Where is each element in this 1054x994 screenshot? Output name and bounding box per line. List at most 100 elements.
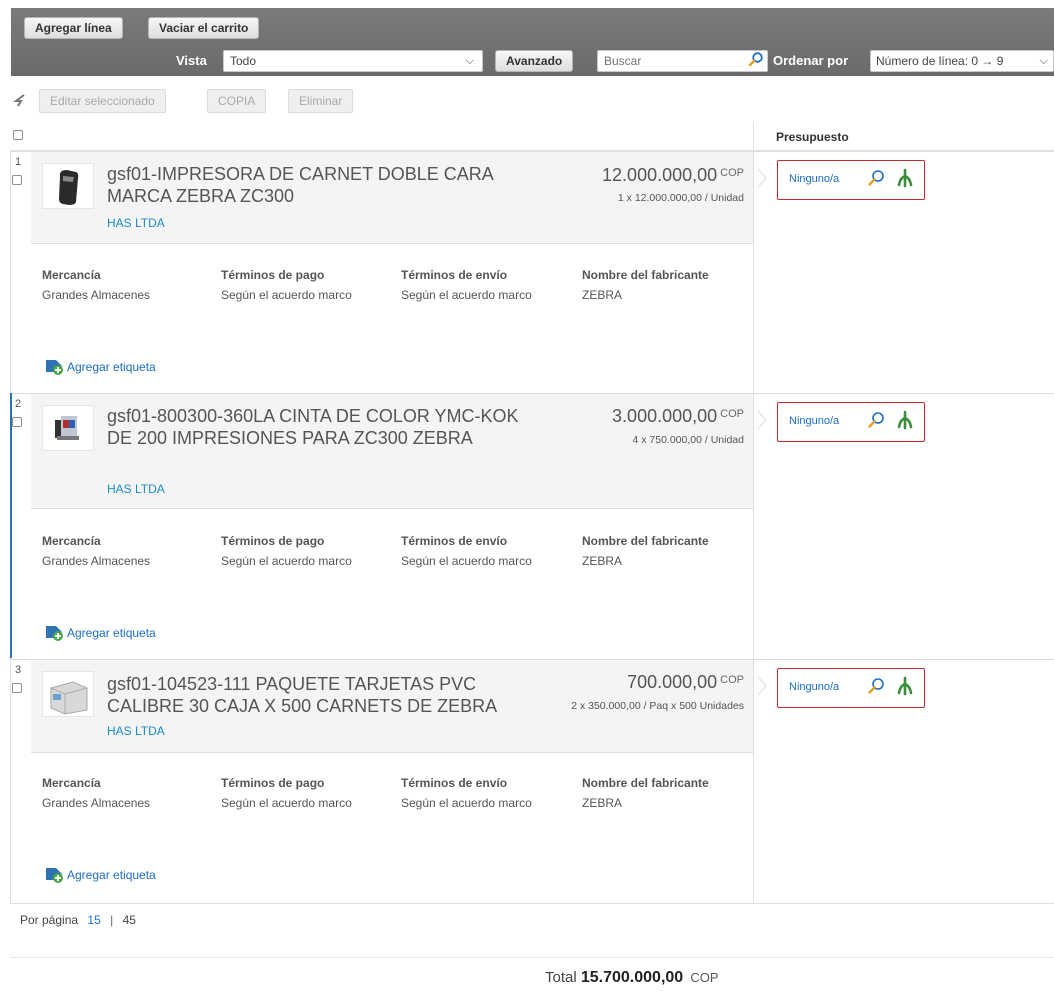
shipping-terms-value: Según el acuerdo marco <box>401 796 532 810</box>
item-currency: COP <box>720 408 744 420</box>
item-price-value: 3.000.000,00 <box>612 406 718 426</box>
view-label: Vista <box>176 53 207 68</box>
back-arrow-icon[interactable] <box>12 93 26 112</box>
total-label: Total <box>545 969 577 986</box>
item-currency: COP <box>720 167 744 179</box>
pagination-separator: | <box>110 913 114 927</box>
chevron-right-icon <box>757 410 767 430</box>
search-input[interactable] <box>597 50 768 72</box>
item-unit-info: 2 x 350.000,00 / Paq x 500 Unidades <box>571 700 744 712</box>
sort-select-value: Número de línea: 0 → 9 <box>876 54 1004 68</box>
manufacturer-label: Nombre del fabricante <box>582 268 709 282</box>
hierarchy-tree-icon[interactable] <box>896 676 914 701</box>
item-supplier[interactable]: HAS LTDA <box>107 724 165 738</box>
payment-terms-value: Según el acuerdo marco <box>221 288 352 302</box>
payment-terms-value: Según el acuerdo marco <box>221 554 352 568</box>
item-price: 3.000.000,00 COP <box>612 406 744 427</box>
view-select-value: Todo <box>230 54 257 68</box>
per-page-option[interactable]: 45 <box>123 913 136 927</box>
column-divider <box>753 121 754 904</box>
chevron-right-icon <box>757 168 767 188</box>
sort-label: Ordenar por <box>773 53 849 68</box>
add-line-button[interactable]: Agregar línea <box>24 17 123 39</box>
row-focus-indicator <box>10 393 12 658</box>
advanced-button[interactable]: Avanzado <box>495 50 574 72</box>
empty-cart-button[interactable]: Vaciar el carrito <box>148 17 260 39</box>
shipping-terms-label: Términos de envío <box>401 776 508 790</box>
per-page-option-active[interactable]: 15 <box>87 913 100 927</box>
item-price-value: 700.000,00 <box>627 672 718 692</box>
commodity-label: Mercancía <box>42 268 101 282</box>
payment-terms-label: Términos de pago <box>221 776 325 790</box>
per-page-label: Por página <box>20 913 79 927</box>
hierarchy-tree-icon[interactable] <box>896 410 914 435</box>
pagination: Por página 15 | 45 <box>20 913 136 927</box>
add-tag-icon <box>43 356 67 379</box>
row-number: 2 <box>15 398 22 410</box>
product-thumbnail <box>42 163 94 209</box>
product-thumbnail <box>42 671 94 717</box>
manufacturer-label: Nombre del fabricante <box>582 776 709 790</box>
item-title[interactable]: gsf01-IMPRESORA DE CARNET DOBLE CARA MAR… <box>107 163 547 207</box>
copy-button[interactable]: COPIA <box>207 89 267 113</box>
delete-button[interactable]: Eliminar <box>288 89 354 113</box>
total-currency: COP <box>690 970 719 985</box>
item-supplier[interactable]: HAS LTDA <box>107 216 165 230</box>
row-number: 1 <box>15 156 22 168</box>
item-unit-info: 1 x 12.000.000,00 / Unidad <box>617 192 744 204</box>
item-supplier[interactable]: HAS LTDA <box>107 482 165 496</box>
row-checkbox[interactable] <box>12 417 22 427</box>
item-price-value: 12.000.000,00 <box>602 165 718 185</box>
search-icon[interactable] <box>867 411 885 434</box>
manufacturer-label: Nombre del fabricante <box>582 534 709 548</box>
cart-toolbar: Agregar línea Vaciar el carrito Vista To… <box>11 8 1054 76</box>
chevron-down-icon: ⌵ <box>1039 55 1048 67</box>
manufacturer-value: ZEBRA <box>582 288 623 302</box>
shipping-terms-value: Según el acuerdo marco <box>401 288 532 302</box>
add-tag-label: Agregar etiqueta <box>67 868 156 882</box>
sort-select[interactable]: Número de línea: 0 → 9 ⌵ <box>870 50 1054 72</box>
add-tag-label: Agregar etiqueta <box>67 360 156 374</box>
row-number: 3 <box>15 664 22 676</box>
commodity-value: Grandes Almacenes <box>42 796 151 810</box>
product-thumbnail <box>42 405 94 451</box>
item-unit-info: 4 x 750.000,00 / Unidad <box>632 434 744 446</box>
commodity-label: Mercancía <box>42 534 101 548</box>
budget-selector[interactable]: Ninguno/a <box>777 668 925 708</box>
row-checkbox[interactable] <box>12 175 22 185</box>
total-value: 15.700.000,00 <box>580 969 684 986</box>
grid-header <box>10 121 1054 151</box>
budget-value: Ninguno/a <box>789 415 840 427</box>
manufacturer-value: ZEBRA <box>582 796 623 810</box>
budget-value: Ninguno/a <box>789 681 840 693</box>
search-icon[interactable] <box>748 51 764 72</box>
add-tag-icon <box>43 864 67 887</box>
select-all-checkbox[interactable] <box>13 130 23 140</box>
budget-column-header: Presupuesto <box>776 130 849 144</box>
search-icon[interactable] <box>867 169 885 192</box>
manufacturer-value: ZEBRA <box>582 554 623 568</box>
item-currency: COP <box>720 674 744 686</box>
item-price: 700.000,00 COP <box>627 672 744 693</box>
row-checkbox[interactable] <box>12 683 22 693</box>
commodity-value: Grandes Almacenes <box>42 288 151 302</box>
hierarchy-tree-icon[interactable] <box>896 168 914 193</box>
budget-selector[interactable]: Ninguno/a <box>777 402 925 442</box>
add-tag-label: Agregar etiqueta <box>67 626 156 640</box>
shipping-terms-value: Según el acuerdo marco <box>401 554 532 568</box>
item-price: 12.000.000,00 COP <box>602 165 744 186</box>
payment-terms-label: Términos de pago <box>221 268 325 282</box>
total-divider <box>10 957 1054 958</box>
shipping-terms-label: Términos de envío <box>401 268 508 282</box>
budget-selector[interactable]: Ninguno/a <box>777 160 925 200</box>
payment-terms-label: Términos de pago <box>221 534 325 548</box>
shipping-terms-label: Términos de envío <box>401 534 508 548</box>
search-icon[interactable] <box>867 677 885 700</box>
chevron-down-icon: ⌵ <box>465 55 474 67</box>
edit-selected-button[interactable]: Editar seleccionado <box>39 89 166 113</box>
item-title[interactable]: gsf01-104523-111 PAQUETE TARJETAS PVC CA… <box>107 673 547 717</box>
payment-terms-value: Según el acuerdo marco <box>221 796 352 810</box>
view-select[interactable]: Todo ⌵ <box>223 50 483 72</box>
item-title[interactable]: gsf01-800300-360LA CINTA DE COLOR YMC-KO… <box>107 405 547 449</box>
chevron-right-icon <box>757 676 767 696</box>
